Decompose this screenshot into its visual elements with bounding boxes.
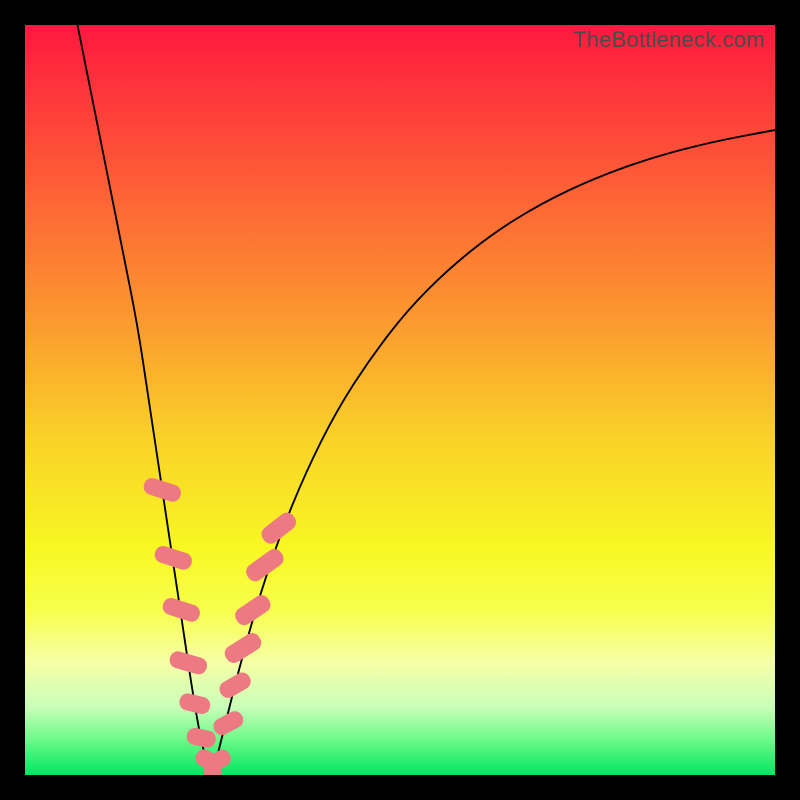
curve-right-branch bbox=[213, 130, 776, 775]
plot-area: TheBottleneck.com bbox=[25, 25, 775, 775]
watermark-text: TheBottleneck.com bbox=[573, 27, 765, 53]
chart-frame: TheBottleneck.com bbox=[0, 0, 800, 800]
curve-layer bbox=[25, 25, 775, 775]
